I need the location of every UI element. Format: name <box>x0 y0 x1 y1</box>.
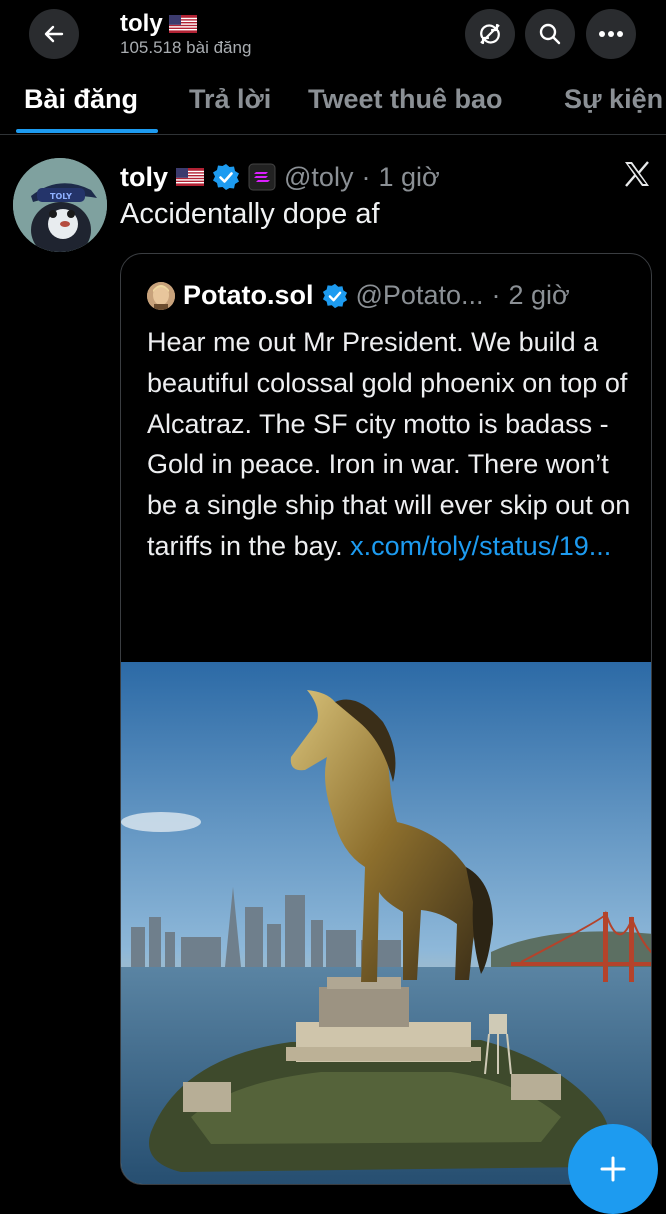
tweet-header: toly @toly · 1 giờ <box>120 157 440 197</box>
compose-button[interactable] <box>568 1124 658 1214</box>
tweet-separator: · <box>361 161 371 192</box>
search-button[interactable] <box>525 9 575 59</box>
profile-name-row: toly <box>120 10 197 38</box>
search-icon <box>539 23 561 45</box>
solana-badge-icon <box>248 163 276 191</box>
potato-avatar-image <box>147 281 175 310</box>
tweet-handle[interactable]: @toly <box>284 162 353 193</box>
verified-badge-icon <box>213 164 240 190</box>
tweet-author-name[interactable]: toly <box>120 162 168 193</box>
penguin-avatar-image: TOLY <box>13 158 107 252</box>
tab-events[interactable]: Sự kiện <box>564 84 663 115</box>
sync-button[interactable] <box>465 9 515 59</box>
quoted-tweet-body: Hear me out Mr President. We build a bea… <box>147 327 631 561</box>
profile-tabs: Bài đăng Trả lời Tweet thuê bao Sự kiện <box>0 68 666 135</box>
profile-name: toly <box>120 10 163 37</box>
quoted-tweet-text: Hear me out Mr President. We build a bea… <box>147 322 637 567</box>
post-count: 105.518 bài đăng <box>120 38 252 57</box>
back-button[interactable] <box>29 9 79 59</box>
svg-text:TOLY: TOLY <box>50 192 72 201</box>
quoted-author-name[interactable]: Potato.sol <box>183 280 314 311</box>
sync-icon <box>480 23 500 45</box>
quoted-separator: · <box>491 280 501 310</box>
active-tab-indicator <box>16 129 158 133</box>
more-button[interactable] <box>586 9 636 59</box>
top-bar: toly 105.518 bài đăng <box>0 0 666 68</box>
quoted-tweet-link[interactable]: x.com/toly/status/19... <box>350 531 611 561</box>
tweet-text: Accidentally dope af <box>120 198 380 230</box>
quoted-time[interactable]: 2 giờ <box>509 280 570 311</box>
back-arrow-icon <box>44 25 64 43</box>
tab-replies[interactable]: Trả lời <box>189 84 271 115</box>
verified-badge-icon <box>322 283 347 308</box>
plus-icon <box>600 1156 626 1182</box>
us-flag-icon <box>176 168 205 186</box>
tweet-time[interactable]: 1 giờ <box>378 162 439 193</box>
author-avatar[interactable]: TOLY <box>13 158 107 252</box>
x-logo-icon <box>625 161 649 187</box>
quoted-tweet-header: Potato.sol @Potato... · 2 giờ <box>147 280 570 311</box>
quoted-author-avatar[interactable] <box>147 281 175 310</box>
quoted-tweet[interactable]: Potato.sol @Potato... · 2 giờ Hear me ou… <box>120 253 652 1185</box>
tab-subscriptions[interactable]: Tweet thuê bao <box>308 84 503 115</box>
horse-statue-image[interactable] <box>121 662 652 1185</box>
quoted-handle[interactable]: @Potato... <box>356 280 484 311</box>
more-icon <box>599 31 623 37</box>
us-flag-icon <box>168 15 197 33</box>
tab-posts[interactable]: Bài đăng <box>24 84 138 115</box>
